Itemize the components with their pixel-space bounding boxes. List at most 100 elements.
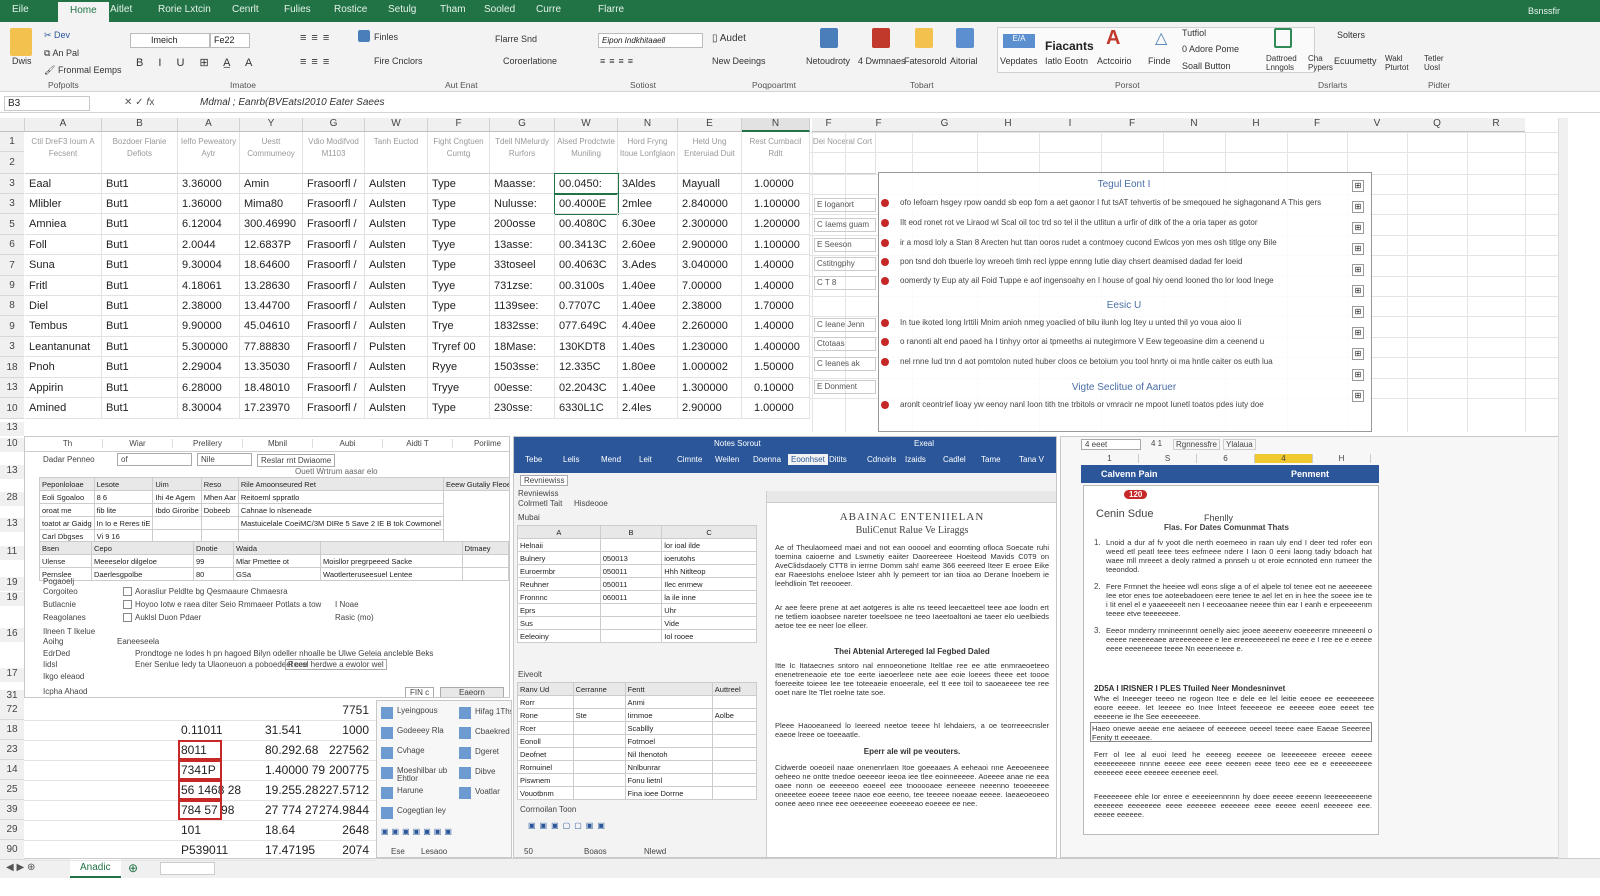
table-row[interactable]: Eeleoiny Iol rooee — [517, 629, 757, 643]
grid-cell[interactable]: 33toseel — [490, 255, 555, 276]
grid-cell[interactable]: 1.00000 — [742, 398, 810, 419]
add-sheet-icon[interactable]: ⊕ — [128, 861, 138, 875]
grid-cell[interactable]: 1.40000 — [742, 316, 810, 337]
grid-cell[interactable]: Aulsten — [365, 378, 428, 398]
table-cell[interactable]: Fronnnc — [517, 590, 601, 604]
checkbox[interactable] — [123, 613, 132, 622]
table-row[interactable]: Rornuinel Nnlbunrar — [517, 760, 758, 774]
column-title-cell[interactable]: Hetd Ung Enteruiad Duit — [678, 132, 742, 174]
table-cell[interactable]: Fina ioee Dorrne — [624, 786, 713, 800]
grid-cell[interactable]: 6.28000 — [178, 378, 240, 398]
table-cell[interactable]: 8 6 — [93, 490, 154, 504]
conditional-format-button[interactable]: Coroerlatione — [503, 56, 557, 66]
ribbon-btn-4[interactable]: Aitorial — [950, 56, 978, 66]
table-cell[interactable]: Ibdo Giroribe — [152, 503, 202, 517]
horizontal-scrollbar[interactable] — [160, 862, 215, 875]
table-cell[interactable]: Aolbe — [711, 708, 758, 722]
grid-cell[interactable]: 230sse: — [490, 398, 555, 419]
table-header[interactable]: Bsen — [39, 541, 92, 555]
grid-cell[interactable]: 1.36000 — [178, 194, 240, 214]
format-painter-button[interactable]: 🖌 Fronmal Eemps — [44, 65, 121, 76]
grid-cell[interactable]: Maasse: — [490, 174, 555, 194]
table-header[interactable]: Rile Amoonseured Ret — [237, 477, 444, 491]
grid-cell[interactable]: 1.100000 — [742, 194, 810, 214]
table-cell[interactable] — [711, 721, 758, 735]
grid-cell[interactable]: Ryye — [428, 357, 490, 378]
grid-cell[interactable]: 1.50000 — [742, 357, 810, 378]
table-cell[interactable] — [572, 721, 626, 735]
table-row[interactable]: Piswnem Fonu lietnl — [517, 773, 758, 787]
table-cell[interactable]: Rornuinel — [517, 760, 574, 774]
grid-cell[interactable]: 1.40es — [618, 337, 678, 357]
table-cell[interactable]: Eprs — [517, 603, 601, 617]
grid-cell[interactable]: 1.400000 — [742, 337, 810, 357]
shapes-footer-item[interactable]: Lesaoo — [421, 847, 447, 856]
table-header[interactable]: Cerranne — [572, 682, 626, 696]
table-row[interactable]: Reuhner 050011 Ilec enrnew — [517, 577, 757, 591]
grid-cell[interactable]: But1 — [102, 337, 178, 357]
row-header[interactable]: 8 — [0, 296, 24, 316]
table-cell[interactable]: fib lite — [93, 503, 154, 517]
grid-cell[interactable]: Mayuall — [678, 174, 742, 194]
shape-item[interactable]: Cvhage — [397, 747, 457, 755]
row-header[interactable]: 11 — [0, 546, 24, 560]
grid-cell[interactable]: 1.40000 — [742, 255, 810, 276]
dialog-select[interactable]: of — [117, 453, 192, 466]
row-header[interactable]: 7 — [0, 255, 24, 276]
grid-cell[interactable]: But1 — [102, 357, 178, 378]
row-header[interactable]: 13 — [0, 378, 24, 398]
mini-cell[interactable]: 101 — [178, 820, 258, 840]
row-header[interactable]: 13 — [0, 422, 24, 436]
row-action-icon[interactable]: ⊞ — [1352, 390, 1364, 402]
grid-cell[interactable]: 2.260000 — [678, 316, 742, 337]
ribbon-d3[interactable]: Solters — [1337, 30, 1365, 40]
dialog-edit-text[interactable]: Prondtoge ne lodes h pn hagoed Bilyn ode… — [135, 649, 433, 658]
style-select[interactable]: Revniewiss — [520, 475, 569, 486]
column-header[interactable]: E — [678, 118, 742, 132]
dialog-option-extra[interactable]: Rasic (mo) — [335, 613, 374, 622]
shape-item[interactable]: Lyeingpous — [397, 707, 457, 715]
ribbon-tab[interactable]: Rorie Lxtcin — [158, 4, 211, 15]
grid-cell[interactable]: Tembus — [25, 316, 102, 337]
grid-cell[interactable]: 2.38000 — [178, 296, 240, 316]
table-cell[interactable]: la ile inne — [661, 590, 757, 604]
table-row[interactable]: Deofnet Nil Ihenotoh — [517, 747, 758, 761]
grid-cell[interactable]: Aulsten — [365, 194, 428, 214]
row-header[interactable]: 10 — [0, 398, 24, 419]
number-format-button[interactable]: Flarre Snd — [495, 34, 537, 44]
shape-item[interactable]: Harune — [397, 787, 457, 795]
grid-cell[interactable]: Amined — [25, 398, 102, 419]
grid-cell[interactable]: 2mlee — [618, 194, 678, 214]
mini-cell[interactable]: P539011 — [178, 840, 258, 860]
dialog-option[interactable]: Aorasliur Peldlte bg Qesmaaure Chmaesra — [135, 587, 288, 596]
audit-button[interactable]: ▯ Audet — [712, 33, 746, 44]
table-cell[interactable] — [572, 747, 626, 761]
status-item[interactable]: Nlewd — [644, 847, 666, 856]
table-row[interactable]: Bulnery 050013 ioerutohs — [517, 551, 757, 565]
wrap-text-button[interactable]: Finles — [374, 32, 398, 42]
row-header[interactable]: 23 — [0, 740, 24, 760]
mini-cell[interactable]: 274.9844 — [290, 800, 372, 820]
grid-cell[interactable]: But1 — [102, 398, 178, 419]
row-header[interactable]: 18 — [0, 720, 24, 740]
grid-cell[interactable]: Nulusse: — [490, 194, 555, 214]
merge-button[interactable]: Fire Cnclors — [374, 56, 423, 66]
table-cell[interactable]: Ste — [572, 708, 626, 722]
grid-cell[interactable]: 00.4063C — [555, 255, 618, 276]
row-header[interactable]: 9 — [0, 316, 24, 337]
table-row[interactable]: Rcer Scabllly — [517, 721, 758, 735]
column-header[interactable]: 4 — [1255, 454, 1313, 463]
table-cell[interactable] — [711, 786, 758, 800]
row-header[interactable]: 16 — [0, 628, 24, 642]
grid-cell[interactable]: 17.23970 — [240, 398, 303, 419]
grid-cell[interactable]: Aulsten — [365, 276, 428, 296]
table-cell[interactable]: Mhen Aar — [200, 490, 239, 504]
row-header[interactable]: 6 — [0, 235, 24, 255]
shape-item[interactable]: Dibve — [475, 767, 495, 776]
red-marker-icon[interactable] — [881, 199, 889, 207]
red-marker-icon[interactable] — [881, 358, 889, 366]
table-cell[interactable]: Moisllor pregrpeeed Sacke — [320, 554, 463, 568]
sheet-tab-active[interactable]: Anadic — [70, 859, 121, 878]
mini-cell[interactable]: 1000 — [290, 720, 372, 740]
grid-cell[interactable]: 00.4080C — [555, 214, 618, 235]
